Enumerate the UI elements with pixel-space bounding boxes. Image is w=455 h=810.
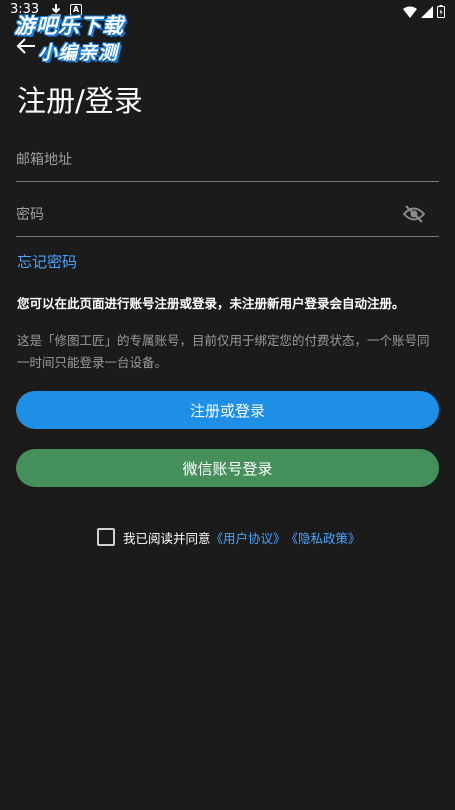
email-field-wrapper [16,141,439,182]
password-field[interactable] [16,196,396,234]
password-field-wrapper [16,196,439,237]
email-field[interactable] [16,141,396,179]
agreement-checkbox[interactable] [97,528,115,546]
wifi-icon [403,3,417,22]
status-icons [403,3,445,22]
signal-icon [421,3,433,22]
user-agreement-link[interactable]: 《用户协议》 [211,528,286,547]
arrow-left-icon [16,37,36,59]
register-login-button[interactable]: 注册或登录 [16,391,439,429]
privacy-policy-link[interactable]: 《隐私政策》 [286,528,361,547]
account-description: 这是「修图工匠」的专属账号，目前仅用于绑定您的付费状态，一个账号同一时间只能登录… [17,333,430,370]
agreement-prefix: 我已阅读并同意 [123,530,211,546]
battery-icon [437,3,445,22]
eye-off-icon[interactable] [402,204,426,228]
watermark-line2: 小编亲测 [38,42,119,64]
forgot-password-link[interactable]: 忘记密码 [17,251,77,272]
register-notice: 您可以在此页面进行账号注册或登录，未注册新用户登录会自动注册。 [17,296,405,311]
back-button[interactable] [12,36,40,60]
page-title: 注册/登录 [17,84,143,118]
agreement-row: 我已阅读并同意 《用户协议》 《隐私政策》 [97,527,361,547]
wechat-login-button[interactable]: 微信账号登录 [16,449,439,487]
